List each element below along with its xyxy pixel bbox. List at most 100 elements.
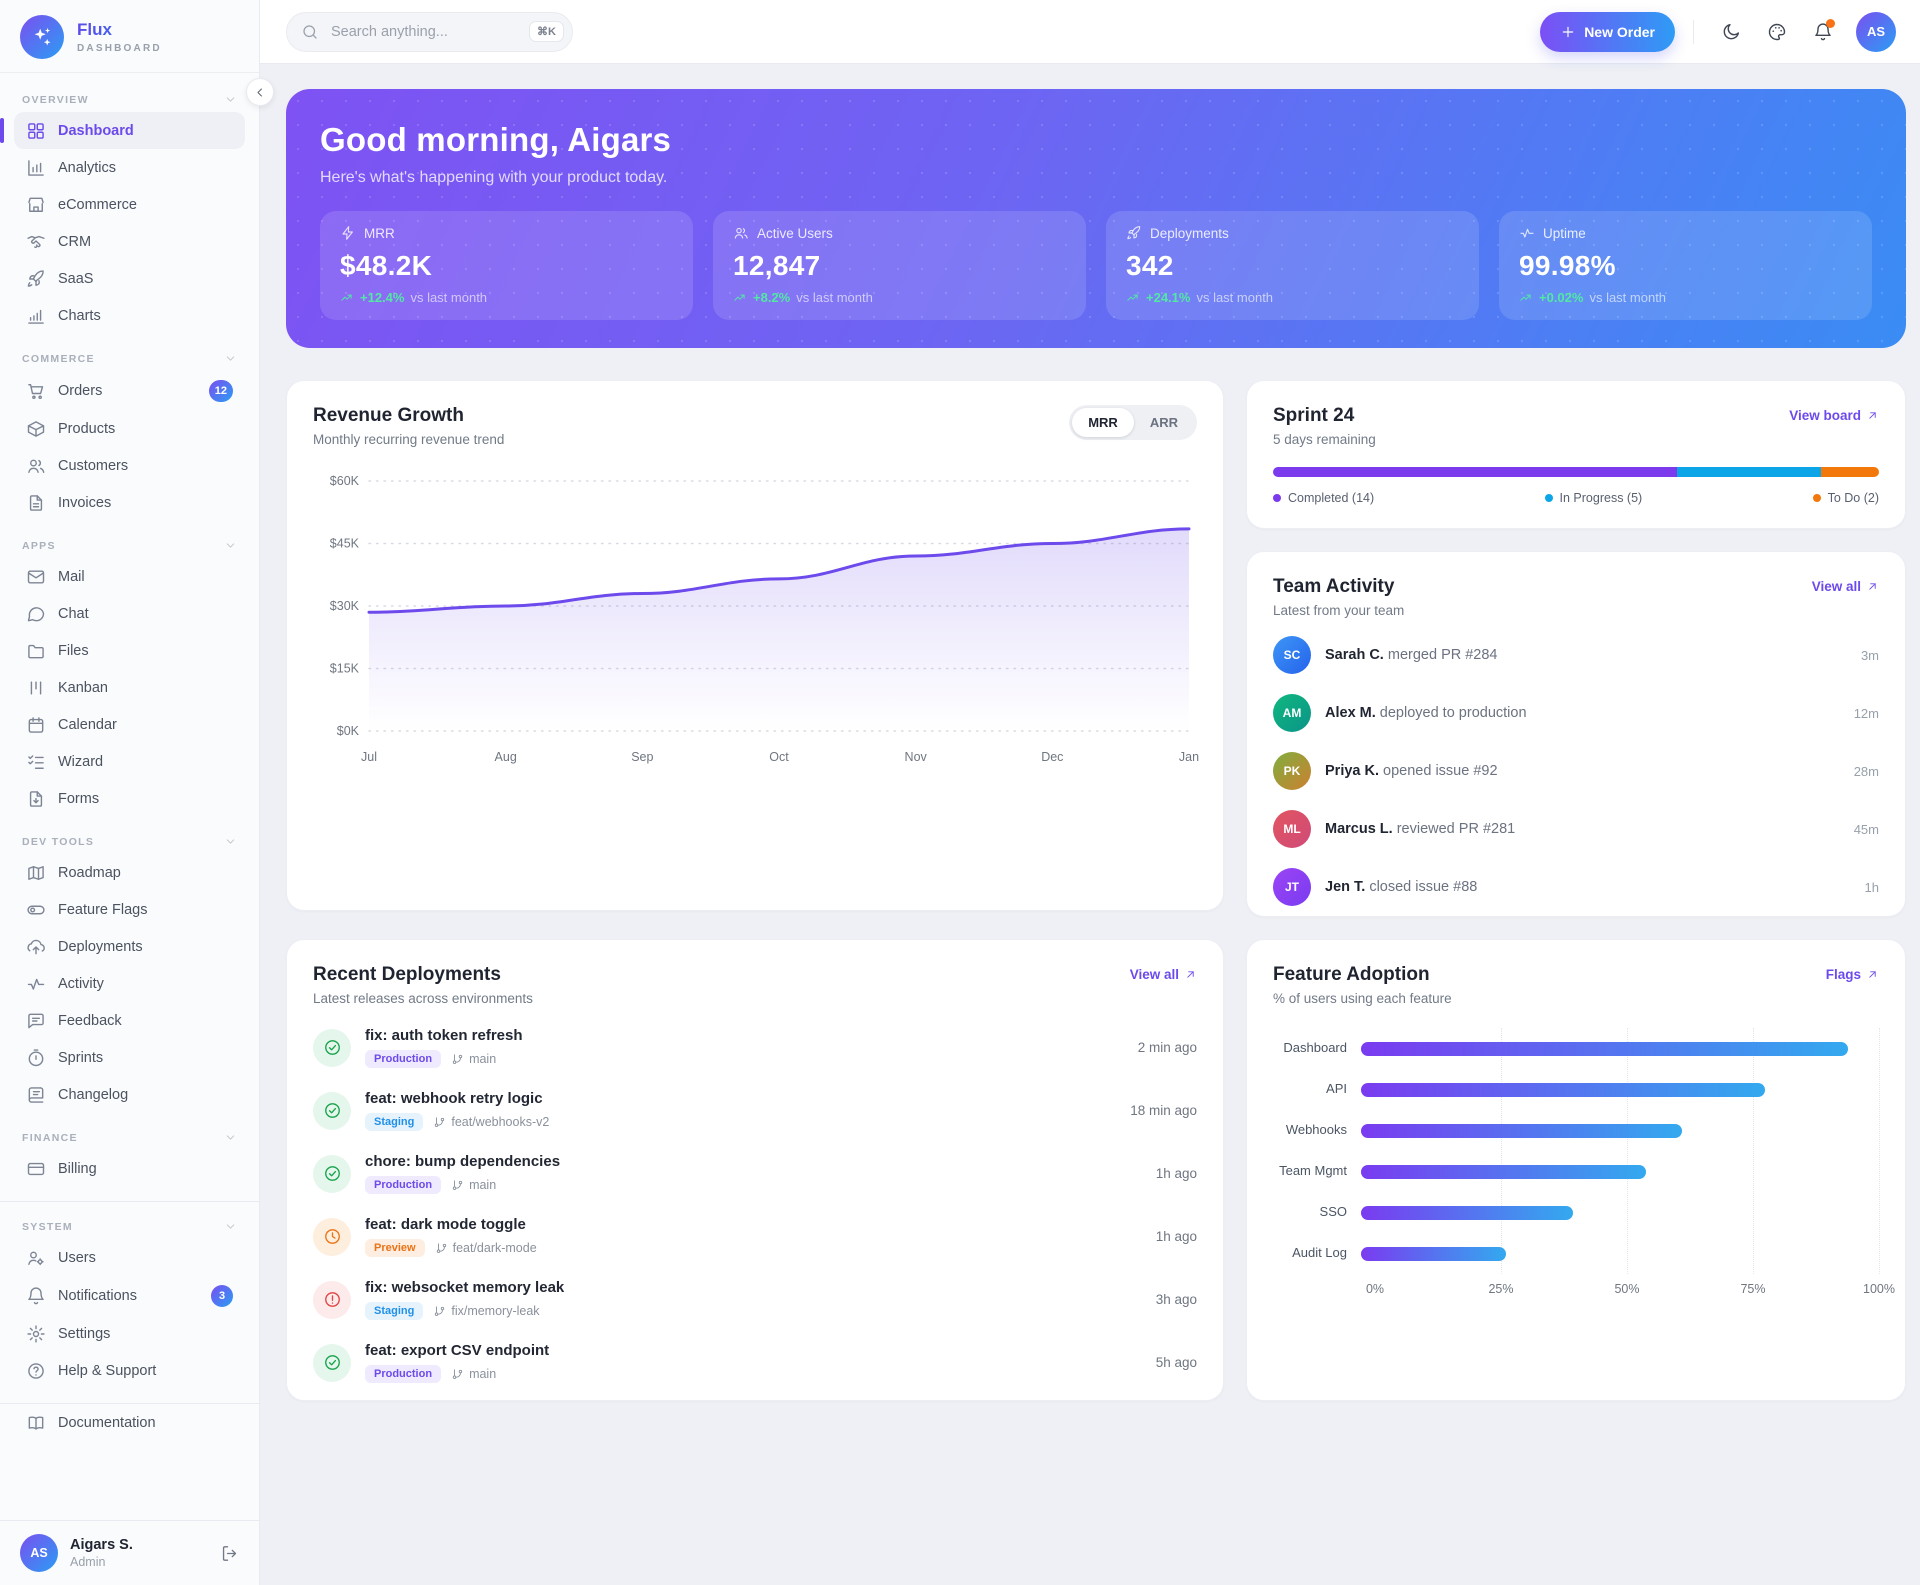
calendar-icon <box>26 715 46 735</box>
sidebar-item-crm[interactable]: CRM <box>14 223 245 260</box>
sidebar-item-changelog[interactable]: Changelog <box>14 1076 245 1113</box>
sidebar-item-documentation[interactable]: Documentation <box>14 1404 245 1441</box>
chevron-down-icon[interactable] <box>224 1131 237 1144</box>
sidebar-item-deployments[interactable]: Deployments <box>14 928 245 965</box>
revenue-chart: $0K$15K$30K$45K$60KJulAugSepOctNovDecJan <box>287 447 1223 782</box>
stat-label: Active Users <box>757 226 833 241</box>
sidebar-item-files[interactable]: Files <box>14 632 245 669</box>
sidebar-item-label: Products <box>58 421 115 437</box>
environment-badge: Staging <box>365 1302 423 1320</box>
card-subtitle: Latest from your team <box>1273 603 1404 618</box>
sidebar-item-settings[interactable]: Settings <box>14 1315 245 1352</box>
sidebar-item-label: Analytics <box>58 160 116 176</box>
link-label: Flags <box>1826 967 1861 982</box>
activity-row[interactable]: MLMarcus L. reviewed PR #28145m <box>1273 800 1879 858</box>
sidebar-item-mail[interactable]: Mail <box>14 558 245 595</box>
chevron-down-icon[interactable] <box>224 1220 237 1233</box>
view-all-deployments-link[interactable]: View all <box>1130 967 1197 982</box>
sidebar-item-feature-flags[interactable]: Feature Flags <box>14 891 245 928</box>
deployment-row[interactable]: chore: bump dependenciesProductionmain1h… <box>313 1142 1197 1205</box>
revenue-area-chart: $0K$15K$30K$45K$60KJulAugSepOctNovDecJan <box>313 465 1199 777</box>
sidebar-item-calendar[interactable]: Calendar <box>14 706 245 743</box>
svg-text:$60K: $60K <box>330 474 360 488</box>
chevron-down-icon[interactable] <box>224 539 237 552</box>
adoption-row-sso: SSO <box>1273 1192 1879 1233</box>
view-board-link[interactable]: View board <box>1789 408 1879 423</box>
sidebar-item-kanban[interactable]: Kanban <box>14 669 245 706</box>
section-label: APPS <box>22 540 56 552</box>
deployment-row[interactable]: feat: webhook retry logicStagingfeat/web… <box>313 1079 1197 1142</box>
search-input[interactable] <box>329 23 519 41</box>
check-circle-icon <box>323 1101 342 1120</box>
sidebar-item-products[interactable]: Products <box>14 410 245 447</box>
activity-row[interactable]: SCSarah C. merged PR #2843m <box>1273 626 1879 684</box>
stat-delta: +0.02% <box>1539 290 1583 305</box>
sidebar-item-roadmap[interactable]: Roadmap <box>14 854 245 891</box>
dark-mode-button[interactable] <box>1712 13 1750 51</box>
sidebar-item-activity[interactable]: Activity <box>14 965 245 1002</box>
sidebar-item-wizard[interactable]: Wizard <box>14 743 245 780</box>
stat-card-deployments: Deployments342+24.1%vs last month <box>1106 211 1479 320</box>
chevron-down-icon[interactable] <box>224 93 237 106</box>
flags-link[interactable]: Flags <box>1826 967 1879 982</box>
stat-card-active-users: Active Users12,847+8.2%vs last month <box>713 211 1086 320</box>
sidebar-item-ecommerce[interactable]: eCommerce <box>14 186 245 223</box>
sidebar-item-customers[interactable]: Customers <box>14 447 245 484</box>
sidebar-collapse-button[interactable] <box>246 78 274 106</box>
deployment-title: feat: export CSV endpoint <box>365 1342 549 1359</box>
sidebar-item-charts[interactable]: Charts <box>14 297 245 334</box>
mail-icon <box>26 567 46 587</box>
deployment-row[interactable]: fix: websocket memory leakStagingfix/mem… <box>313 1268 1197 1331</box>
sidebar-user[interactable]: AS Aigars S. Admin <box>0 1520 259 1585</box>
deployment-row[interactable]: feat: export CSV endpointProductionmain5… <box>313 1331 1197 1394</box>
sidebar-item-feedback[interactable]: Feedback <box>14 1002 245 1039</box>
adoption-row-api: API <box>1273 1069 1879 1110</box>
deployment-status <box>313 1344 351 1382</box>
toggle-arr[interactable]: ARR <box>1134 408 1194 437</box>
avatar: PK <box>1273 752 1311 790</box>
user-avatar-button[interactable]: AS <box>1856 12 1896 52</box>
logout-button[interactable] <box>220 1544 239 1563</box>
sidebar-item-users[interactable]: Users <box>14 1239 245 1276</box>
activity-text: Sarah C. merged PR #284 <box>1325 647 1498 663</box>
search-icon <box>301 23 319 41</box>
deployment-title: feat: webhook retry logic <box>365 1090 549 1107</box>
sidebar-item-forms[interactable]: Forms <box>14 780 245 817</box>
toggle-mrr[interactable]: MRR <box>1072 408 1134 437</box>
sidebar-item-saas[interactable]: SaaS <box>14 260 245 297</box>
search-bar[interactable]: ⌘K <box>286 12 573 52</box>
deployment-row[interactable]: feat: dark mode togglePreviewfeat/dark-m… <box>313 1205 1197 1268</box>
sidebar-item-dashboard[interactable]: Dashboard <box>14 112 245 149</box>
sidebar-item-help-support[interactable]: Help & Support <box>14 1352 245 1389</box>
view-all-activity-link[interactable]: View all <box>1812 579 1879 594</box>
sidebar-item-orders[interactable]: Orders12 <box>14 371 245 410</box>
sidebar-item-chat[interactable]: Chat <box>14 595 245 632</box>
deployment-time: 1h ago <box>1156 1166 1197 1181</box>
sidebar-item-notifications[interactable]: Notifications3 <box>14 1276 245 1315</box>
pulse-icon <box>1519 225 1535 241</box>
activity-row[interactable]: AMAlex M. deployed to production12m <box>1273 684 1879 742</box>
chevron-down-icon[interactable] <box>224 352 237 365</box>
axis-tick: 100% <box>1863 1282 1895 1296</box>
adoption-row-team-mgmt: Team Mgmt <box>1273 1151 1879 1192</box>
chevron-down-icon[interactable] <box>224 835 237 848</box>
deployment-row[interactable]: fix: auth token refreshProductionmain2 m… <box>313 1016 1197 1079</box>
user-name: Aigars S. <box>70 1537 133 1553</box>
app-logo[interactable]: Flux DASHBOARD <box>0 0 259 72</box>
environment-badge: Preview <box>365 1239 425 1257</box>
activity-text: Marcus L. reviewed PR #281 <box>1325 821 1515 837</box>
pulse-icon <box>26 974 46 994</box>
theme-button[interactable] <box>1758 13 1796 51</box>
deployment-time: 3h ago <box>1156 1292 1197 1307</box>
sidebar-item-billing[interactable]: Billing <box>14 1150 245 1187</box>
new-order-button[interactable]: New Order <box>1540 12 1675 52</box>
sidebar-item-invoices[interactable]: Invoices <box>14 484 245 521</box>
activity-row[interactable]: PKPriya K. opened issue #9228m <box>1273 742 1879 800</box>
stat-value: 12,847 <box>733 250 1066 282</box>
sidebar-item-analytics[interactable]: Analytics <box>14 149 245 186</box>
activity-row[interactable]: JTJen T. closed issue #881h <box>1273 858 1879 916</box>
sidebar-item-label: Activity <box>58 976 104 992</box>
sidebar-item-sprints[interactable]: Sprints <box>14 1039 245 1076</box>
team-activity-card: Team Activity Latest from your team View… <box>1246 551 1906 917</box>
notifications-button[interactable] <box>1804 13 1842 51</box>
